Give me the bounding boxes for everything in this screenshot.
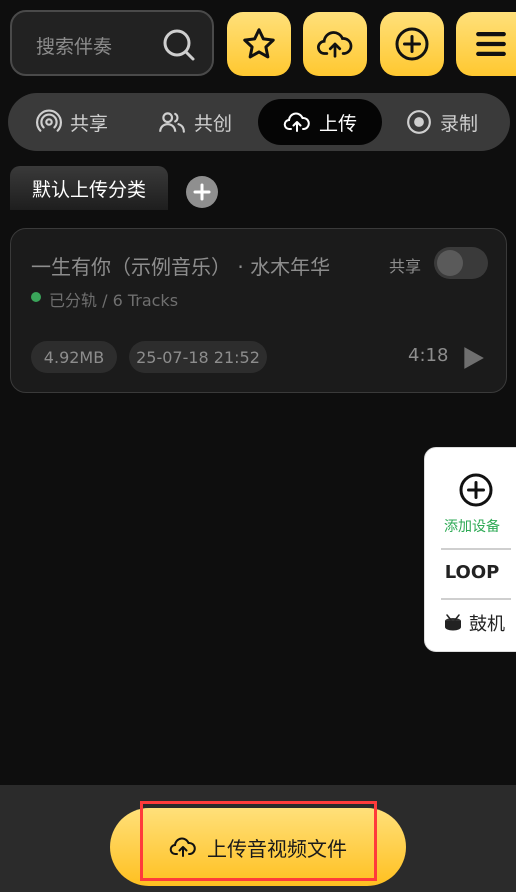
- tab-record[interactable]: 录制: [406, 99, 478, 145]
- track-status: 已分轨 / 6 Tracks: [49, 291, 179, 310]
- tab-share[interactable]: 共享: [36, 99, 108, 145]
- add-device-icon[interactable]: [458, 472, 494, 508]
- cloud-upload-icon: [169, 837, 196, 857]
- track-card[interactable]: 一生有你（示例音乐） · 水木年华 共享 已分轨 / 6 Tracks 4.92…: [10, 228, 507, 393]
- tab-cocreate[interactable]: 共创: [158, 99, 232, 145]
- signal-icon: [36, 109, 62, 132]
- add-button[interactable]: [380, 12, 444, 76]
- share-toggle[interactable]: [434, 247, 488, 279]
- share-toggle-label: 共享: [389, 257, 422, 276]
- search-placeholder: 搜索伴奏: [36, 36, 113, 58]
- tab-upload-label: 上传: [318, 112, 357, 135]
- upload-media-label: 上传音视频文件: [207, 836, 347, 861]
- tab-record-label: 录制: [440, 112, 479, 135]
- tab-cocreate-label: 共创: [194, 112, 233, 135]
- play-icon[interactable]: [460, 345, 486, 371]
- date-badge: 25-07-18 21:52: [129, 341, 267, 373]
- loop-button[interactable]: LOOP: [425, 562, 516, 583]
- track-title: 一生有你（示例音乐） · 水木年华: [31, 255, 331, 279]
- cloud-upload-icon: [317, 31, 353, 58]
- tab-upload[interactable]: 上传: [258, 99, 382, 145]
- cloud-upload-button[interactable]: [303, 12, 367, 76]
- search-icon[interactable]: [162, 28, 196, 62]
- users-icon: [159, 112, 185, 133]
- add-device-label[interactable]: 添加设备: [425, 516, 516, 536]
- menu-button[interactable]: [456, 12, 516, 76]
- search-input[interactable]: 搜索伴奏: [10, 10, 214, 76]
- add-category-button[interactable]: [186, 176, 218, 208]
- status-dot: [31, 292, 41, 302]
- side-panel: 添加设备 LOOP 鼓机: [424, 447, 516, 652]
- star-icon: [243, 28, 275, 59]
- category-label: 默认上传分类: [31, 178, 146, 201]
- category-tab-default[interactable]: 默认上传分类: [10, 166, 168, 210]
- favorites-button[interactable]: [227, 12, 291, 76]
- toggle-knob: [437, 250, 463, 276]
- drum-label: 鼓机: [469, 614, 505, 635]
- hamburger-icon: [476, 31, 506, 57]
- drum-icon: [445, 614, 461, 631]
- tab-share-label: 共享: [70, 112, 109, 135]
- tab-bar: 共享 共创 上传 录制: [8, 93, 510, 151]
- record-icon: [407, 110, 431, 134]
- plus-circle-icon: [395, 27, 429, 61]
- divider: [441, 548, 511, 550]
- drum-machine-button[interactable]: 鼓机: [443, 610, 505, 636]
- upload-media-button[interactable]: 上传音视频文件: [110, 808, 406, 886]
- divider: [441, 598, 511, 600]
- file-size-badge: 4.92MB: [31, 341, 117, 373]
- plus-icon: [193, 183, 211, 201]
- cloud-upload-icon: [283, 112, 310, 132]
- track-duration: 4:18: [408, 345, 449, 366]
